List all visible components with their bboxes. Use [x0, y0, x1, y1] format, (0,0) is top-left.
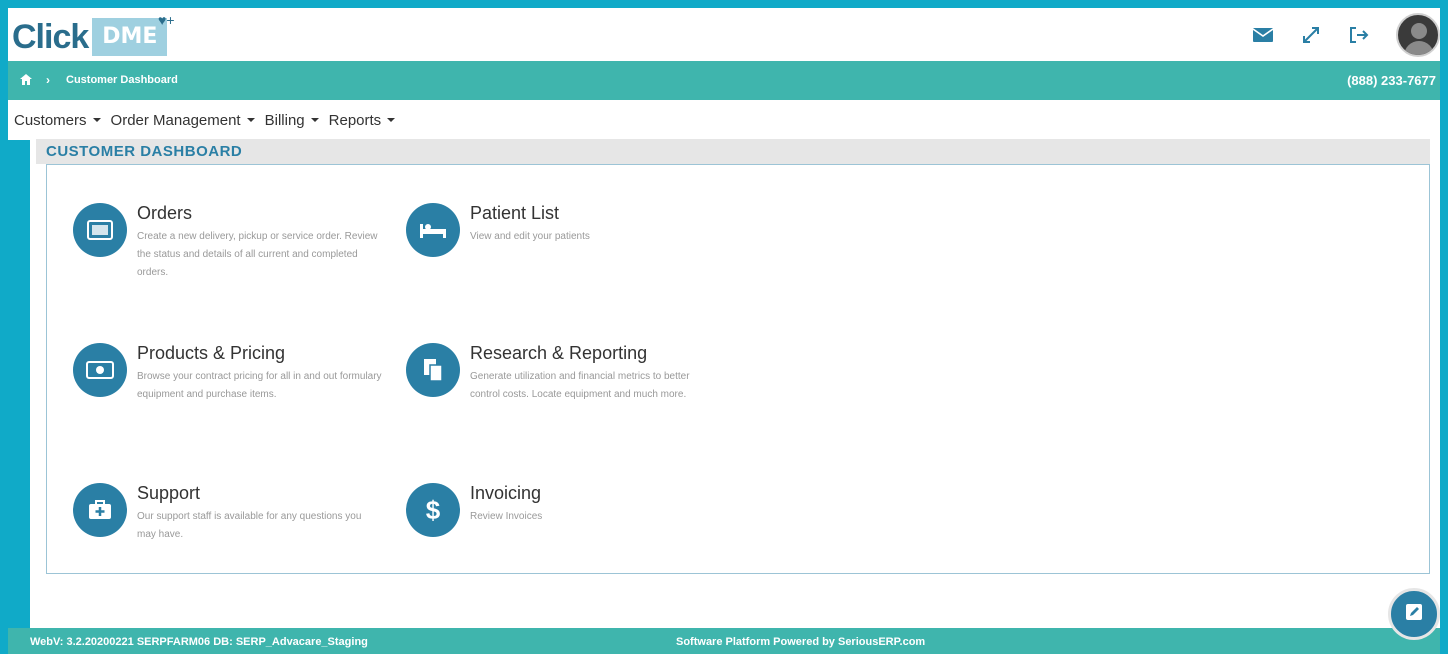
breadcrumb: › Customer Dashboard (888) 233-7677 — [8, 61, 1440, 100]
tile-description: Create a new delivery, pickup or service… — [137, 231, 378, 278]
document-icon — [406, 343, 460, 397]
app-header: Click DME ♥+ — [8, 8, 1440, 61]
tile-title: Invoicing — [470, 483, 542, 503]
tile-description: Review Invoices — [470, 511, 543, 522]
tile-invoicing[interactable]: $ Invoicing Review Invoices — [406, 483, 716, 593]
order-list-icon — [73, 203, 127, 257]
logo-click-text: Click — [12, 18, 89, 56]
page-title: CUSTOMER DASHBOARD — [36, 139, 1430, 164]
caret-down-icon — [246, 118, 255, 122]
tile-title: Research & Reporting — [470, 343, 648, 363]
app-footer: WebV: 3.2.20200221 SERPFARM06 DB: SERP_A… — [8, 628, 1440, 654]
header-actions — [1252, 8, 1440, 61]
logo[interactable]: Click DME — [10, 14, 168, 60]
logo-dme-text: DME — [92, 18, 168, 56]
caret-down-icon — [387, 118, 396, 122]
main-nav: Customers Order Management Billing Repor… — [8, 100, 1440, 140]
tile-title: Products & Pricing — [137, 343, 286, 363]
home-icon[interactable] — [20, 74, 32, 86]
support-phone: (888) 233-7677 — [1347, 73, 1436, 88]
breadcrumb-current: Customer Dashboard — [66, 74, 178, 86]
edit-icon — [1404, 602, 1424, 627]
tile-description: Generate utilization and financial metri… — [470, 371, 690, 400]
nav-label: Reports — [328, 111, 382, 129]
nav-label: Billing — [264, 111, 305, 129]
tile-title: Patient List — [470, 203, 560, 223]
nav-order-management[interactable]: Order Management — [111, 112, 255, 129]
tile-products-pricing[interactable]: Products & Pricing Browse your contract … — [73, 343, 383, 453]
medkit-icon — [73, 483, 127, 537]
money-icon — [73, 343, 127, 397]
left-strip — [8, 140, 30, 628]
version-info: WebV: 3.2.20200221 SERPFARM06 DB: SERP_A… — [30, 636, 368, 648]
mail-icon[interactable] — [1252, 24, 1274, 46]
nav-label: Order Management — [110, 111, 241, 129]
tile-description: View and edit your patients — [470, 231, 590, 242]
nav-billing[interactable]: Billing — [265, 112, 319, 129]
caret-down-icon — [310, 118, 319, 122]
breadcrumb-separator: › — [46, 73, 50, 87]
tile-research-reporting[interactable]: Research & Reporting Generate utilizatio… — [406, 343, 716, 453]
nav-customers[interactable]: Customers — [14, 112, 101, 129]
heart-plus-icon: ♥+ — [158, 12, 175, 28]
tile-title: Orders — [137, 203, 193, 223]
tile-orders[interactable]: Orders Create a new delivery, pickup or … — [73, 203, 383, 313]
tile-support[interactable]: Support Our support staff is available f… — [73, 483, 383, 593]
tile-description: Our support staff is available for any q… — [137, 511, 362, 540]
avatar[interactable] — [1396, 12, 1440, 57]
nav-reports[interactable]: Reports — [329, 112, 396, 129]
tile-description: Browse your contract pricing for all in … — [137, 371, 382, 400]
tile-patient-list[interactable]: Patient List View and edit your patients — [406, 203, 716, 313]
caret-down-icon — [92, 118, 101, 122]
sign-out-icon[interactable] — [1348, 24, 1370, 46]
app-frame: Click DME ♥+ › Customer Dashboard (888) … — [8, 8, 1440, 654]
bed-icon — [406, 203, 460, 257]
tile-title: Support — [137, 483, 201, 503]
expand-icon[interactable] — [1300, 24, 1322, 46]
edit-button[interactable] — [1388, 588, 1440, 640]
nav-label: Customers — [14, 111, 87, 129]
dollar-icon: $ — [406, 483, 460, 537]
dashboard-panel: Orders Create a new delivery, pickup or … — [46, 164, 1430, 574]
powered-by: Software Platform Powered by SeriousERP.… — [676, 636, 926, 648]
